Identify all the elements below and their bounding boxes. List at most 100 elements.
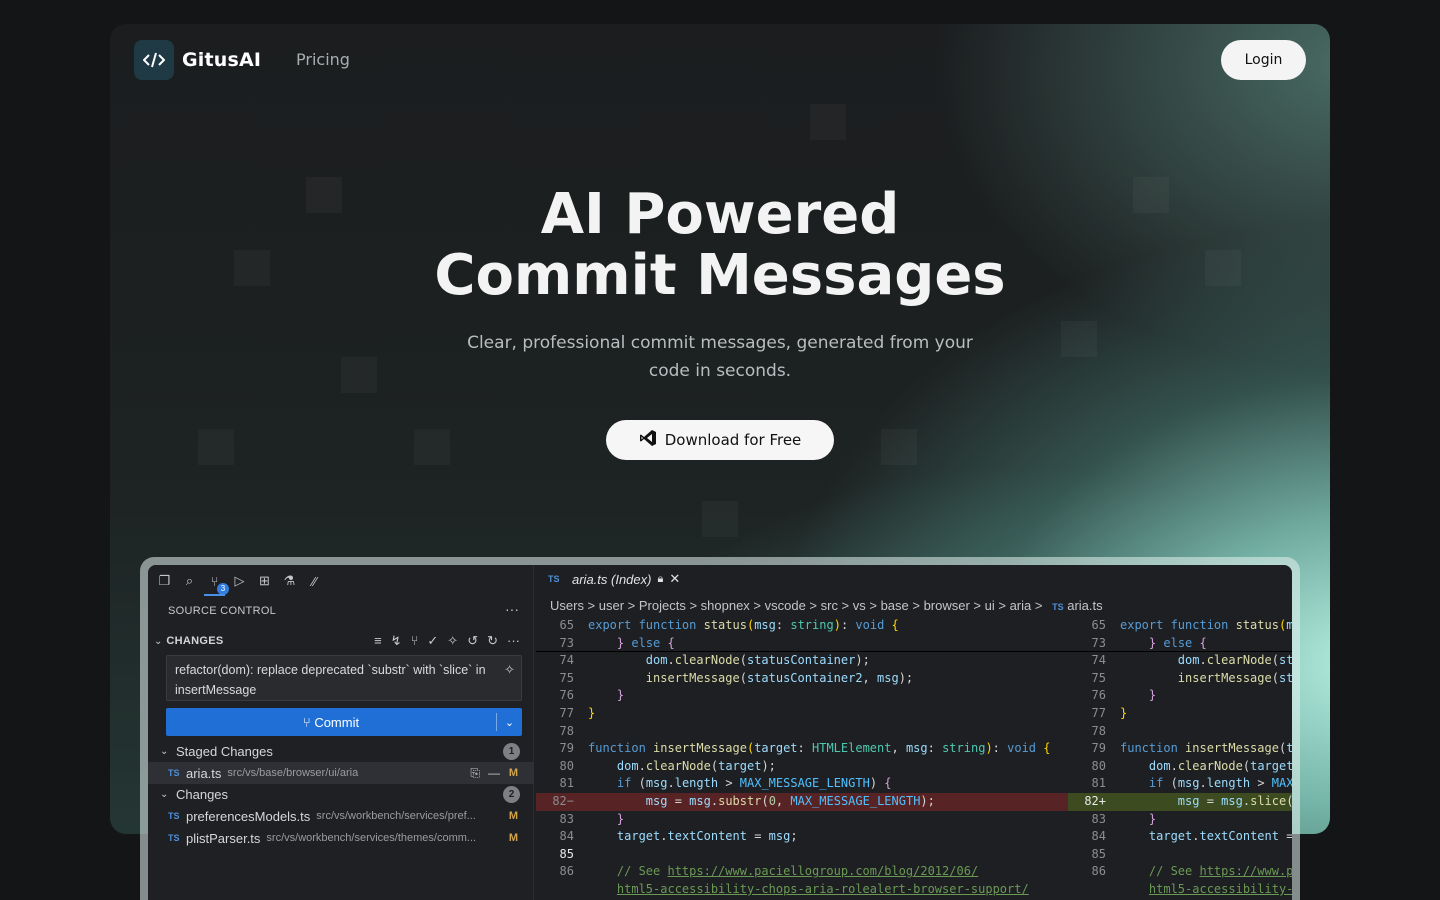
code-line: 78 [559,723,574,738]
changes-count-badge: 2 [503,785,520,803]
code-line: 73 } else { [1068,635,1292,653]
code-line: 81 if (msg.length > MAX [1091,776,1292,791]
code-line: 80 dom.clearNode(target [1091,758,1292,773]
staged-file-row[interactable]: TS aria.ts src/vs/base/browser/ui/aria ⎘… [148,762,534,784]
typescript-icon: TS [1052,602,1064,612]
branch-icon[interactable]: ⑂ [411,633,419,649]
scm-badge: 3 [217,582,229,595]
code-line: 74 dom.clearNode(st [1091,653,1292,668]
search-icon[interactable]: ⌕ [181,573,198,590]
file-name: aria.ts [186,765,222,781]
hero-subtitle: Clear, professional commit messages, gen… [467,333,973,381]
code-line: 84 target.textContent = [1091,829,1292,844]
typescript-icon: TS [168,811,180,821]
decor-square [198,429,234,465]
chevron-down-icon[interactable]: ⌄ [497,716,522,729]
tab-label: aria.ts (Index) [572,571,652,587]
hero-title: AI Powered Commit Messages [110,184,1330,306]
commit-button[interactable]: ⑂ Commit ⌄ [166,708,522,736]
source-control-icon[interactable]: ⑂ 3 [204,573,229,596]
decor-square [341,357,377,393]
files-icon[interactable]: ❐ [156,573,173,590]
code-line: 77} [1091,705,1128,720]
changes-label: Changes [176,786,229,802]
refresh-icon[interactable]: ↻ [487,633,498,649]
activity-bar: ❐ ⌕ ⑂ 3 ▷ ⊞ ⚗ ⁄⁄ [156,569,323,596]
modified-flag: M [508,767,518,779]
code-line: html5-accessibility-chops-aria-rolealert… [616,881,1029,896]
staged-changes-label: Staged Changes [176,743,273,759]
commit-message-text: refactor(dom): replace deprecated `subst… [175,663,486,697]
decor-square [414,429,450,465]
more-icon[interactable]: ··· [505,601,519,617]
brand-logo[interactable]: GitusAI [134,40,261,80]
code-line: html5-accessibility- [1148,881,1292,896]
changes-group[interactable]: ⌄ Changes 2 [148,783,534,805]
code-line: 77} [559,705,596,720]
staged-changes-group[interactable]: ⌄ Staged Changes 1 [148,740,534,762]
chevron-down-icon: ⌄ [154,635,163,647]
hero-title-line2: Commit Messages [434,243,1006,308]
gitus-icon[interactable]: ⁄⁄ [306,573,323,590]
code-pane-left: 65 export function status(msg: string): v… [536,617,1068,899]
changed-file-row[interactable]: TS plistParser.ts src/vs/workbench/servi… [148,827,534,849]
code-line: 79 function insertMessage(target: HTMLEle… [559,741,1051,756]
code-line-added: 82+ msg = msg.slice( [1068,792,1292,811]
sparkle-icon[interactable]: ✧ [504,660,515,680]
scm-toolbar: ≡ ↯ ⑂ ✓ ✧ ↺ ↻ ··· [374,633,520,649]
decor-square [810,104,846,140]
download-button[interactable]: Download for Free [606,420,834,460]
code-line-removed: 82− msg = msg.substr(0, MAX_MESSAGE_LENG… [536,792,1068,811]
breadcrumb-file: aria.ts [1067,598,1103,613]
file-name: plistParser.ts [186,830,261,846]
commit-message-input[interactable]: refactor(dom): replace deprecated `subst… [166,655,522,701]
editor-tab[interactable]: TS aria.ts (Index) 🔒︎ ✕ [536,565,696,593]
code-line: 75 insertMessage(statusContainer2, msg); [559,670,914,685]
modified-flag: M [508,832,518,844]
code-line: 85 [1091,846,1106,861]
code-pane-right: 65 export function status(m 73 } else { 7… [1068,617,1292,899]
breadcrumb-path: Users > user > Projects > shopnex > vsco… [550,598,1043,613]
changed-file-row[interactable]: TS preferencesModels.ts src/vs/workbench… [148,805,534,827]
brand-name: GitusAI [182,49,262,71]
code-line: 81 if (msg.length > MAX_MESSAGE_LENGTH) … [559,776,892,791]
code-line: 76 } [559,688,625,703]
code-line: 78 [1091,723,1106,738]
view-list-icon[interactable]: ≡ [374,633,382,649]
unstage-icon[interactable]: — [488,766,500,781]
code-line: 84 target.textContent = msg; [559,829,798,844]
login-button[interactable]: Login [1221,40,1306,80]
code-line: 75 insertMessage(st [1091,670,1292,685]
sparkle-icon[interactable]: ✧ [447,633,458,649]
code-line: 85 [559,846,574,861]
extensions-icon[interactable]: ⊞ [256,573,273,590]
testing-icon[interactable]: ⚗ [281,573,298,590]
code-icon [134,40,174,80]
staged-count-badge: 1 [503,742,520,760]
scm-sidebar: ❐ ⌕ ⑂ 3 ▷ ⊞ ⚗ ⁄⁄ SOURCE CONTROL ··· ⌄ CHA… [148,565,534,900]
run-debug-icon[interactable]: ▷ [231,573,248,590]
commit-label-wrap: ⑂ Commit [302,714,360,730]
check-icon[interactable]: ✓ [427,633,438,649]
file-actions: ⎘ — [470,766,500,781]
more-icon[interactable]: ··· [507,633,520,649]
history-icon[interactable]: ↺ [467,633,478,649]
decor-square [702,501,738,537]
decor-square [1061,321,1097,357]
typescript-icon: TS [548,574,560,584]
commit-label: Commit [314,714,360,730]
hero-title-line1: AI Powered [540,182,900,247]
pull-icon[interactable]: ↯ [391,633,402,649]
code-line: 65 export function status(m [1091,618,1292,632]
close-icon[interactable]: ✕ [669,571,680,587]
open-file-icon[interactable]: ⎘ [470,766,480,781]
modified-flag: M [508,810,518,822]
code-line: 86 // See https://www.paciellogroup.com/… [559,864,979,879]
changes-header[interactable]: ⌄ CHANGES ≡ ↯ ⑂ ✓ ✧ ↺ ↻ ··· [154,633,530,649]
chevron-down-icon: ⌄ [160,788,169,800]
changes-header-label: CHANGES [166,635,224,647]
file-name: preferencesModels.ts [186,808,311,824]
file-path: src/vs/base/browser/ui/aria [227,767,359,779]
typescript-icon: TS [168,833,180,843]
nav-pricing-link[interactable]: Pricing [296,50,350,69]
